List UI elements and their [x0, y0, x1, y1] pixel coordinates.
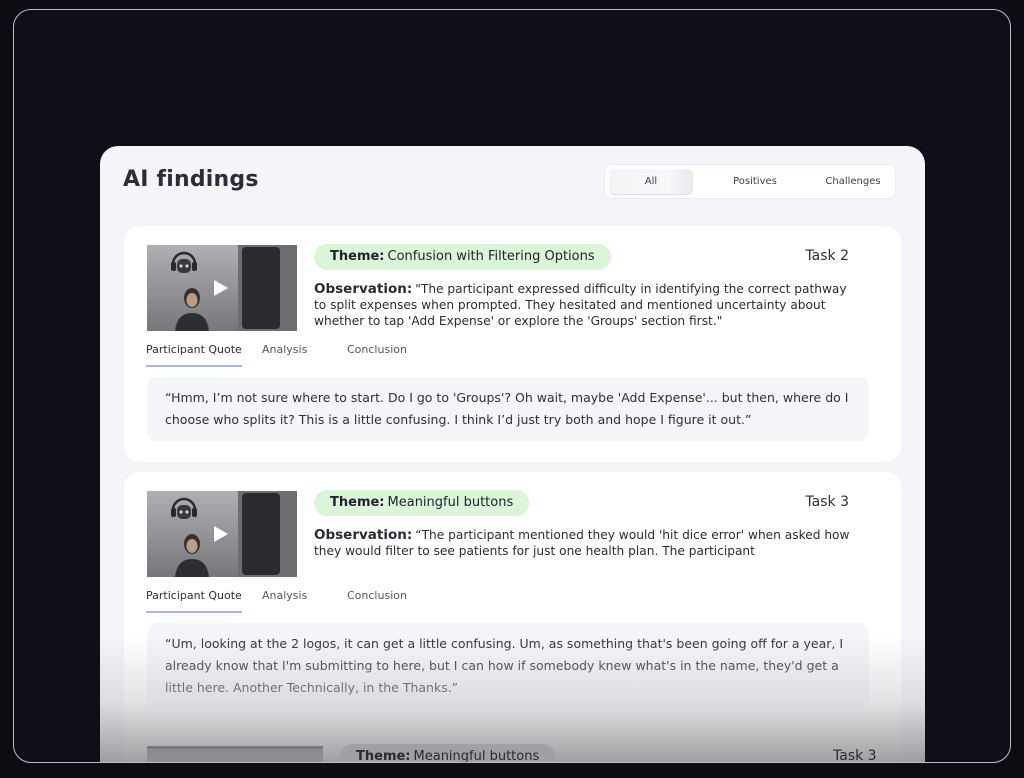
participant-avatar: [175, 534, 209, 577]
page-title: AI findings: [123, 167, 259, 192]
filter-all[interactable]: All: [609, 169, 693, 194]
finding-card: Theme: Meaningful buttons Task 3 Observat…: [124, 472, 901, 762]
filter-positives[interactable]: Positives: [715, 169, 795, 194]
video-thumbnail[interactable]: [147, 491, 297, 577]
observation-text: Observation: “The participant mentioned t…: [314, 527, 854, 559]
theme-value: Confusion with Filtering Options: [387, 249, 595, 264]
observation-text: Observation: "The participant expressed d…: [314, 281, 854, 329]
play-icon[interactable]: [214, 526, 228, 542]
observation-label: Observation:: [314, 527, 413, 543]
theme-value: Meaningful buttons: [413, 749, 540, 763]
phone-screen: [242, 493, 280, 575]
theme-badge: Theme: Confusion with Filtering Options: [314, 244, 611, 270]
theme-badge: Theme: Meaningful buttons: [340, 744, 556, 763]
finding-card: Theme: Confusion with Filtering Options T…: [124, 226, 901, 462]
play-icon[interactable]: [214, 280, 228, 296]
tab-analysis[interactable]: Analysis: [262, 343, 307, 365]
filter-segmented-control: All Positives Challenges: [605, 165, 895, 198]
task-label: Task 2: [805, 248, 849, 264]
theme-label: Theme:: [330, 249, 385, 264]
participant-quote: “Um, looking at the 2 logos, it can get …: [147, 623, 869, 709]
video-thumbnail[interactable]: [147, 746, 323, 762]
tab-conclusion[interactable]: Conclusion: [347, 589, 407, 611]
robot-headphones-icon: [171, 497, 197, 519]
phone-screen: [242, 247, 280, 329]
robot-headphones-icon: [171, 251, 197, 273]
theme-label: Theme:: [330, 495, 385, 510]
tab-analysis[interactable]: Analysis: [262, 589, 307, 611]
participant-quote: “Hmm, I’m not sure where to start. Do I …: [147, 377, 869, 441]
task-label: Task 3: [805, 494, 849, 510]
theme-badge: Theme: Meaningful buttons: [314, 490, 530, 516]
participant-avatar: [175, 288, 209, 331]
theme-value: Meaningful buttons: [387, 495, 514, 510]
filter-challenges[interactable]: Challenges: [813, 169, 893, 194]
phone-screen-recording: [238, 491, 297, 577]
app-frame: AI findings All Positives Challenges The…: [13, 9, 1011, 763]
phone-screen-recording: [238, 245, 297, 331]
task-label: Task 3: [833, 748, 877, 763]
ai-findings-panel: AI findings All Positives Challenges The…: [100, 146, 925, 763]
video-thumbnail[interactable]: [147, 245, 297, 331]
tab-participant-quote[interactable]: Participant Quote: [146, 343, 242, 367]
tab-conclusion[interactable]: Conclusion: [347, 343, 407, 365]
theme-label: Theme:: [356, 749, 411, 763]
observation-label: Observation:: [314, 281, 413, 297]
tab-participant-quote[interactable]: Participant Quote: [146, 589, 242, 613]
